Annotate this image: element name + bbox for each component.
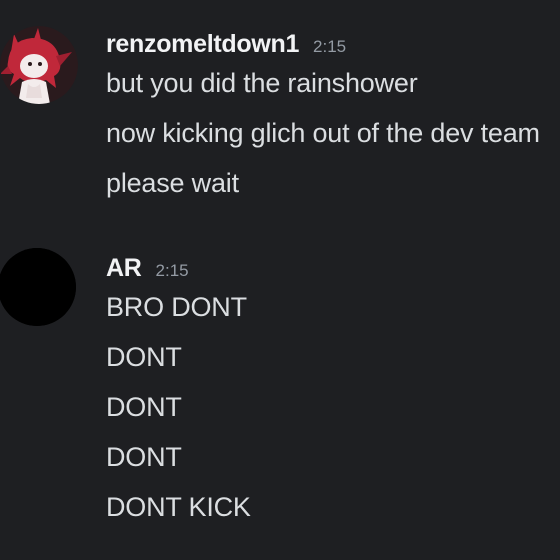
message-header: AR 2:15 [106,254,189,283]
message-text: now kicking glich out of the dev team [106,118,540,148]
timestamp[interactable]: 2:15 [313,37,346,57]
message-text: DONT [106,392,182,422]
fox-character-avatar-icon [0,26,78,104]
message-text: DONT [106,342,182,372]
message-header: renzomeltdown1 2:15 [106,30,346,59]
message-text: DONT [106,442,182,472]
chat-message-list: renzomeltdown1 2:15 but you did the rain… [0,0,560,560]
message-text: DONT KICK [106,492,251,522]
message-text: please wait [106,168,239,198]
message-text: BRO DONT [106,292,247,322]
message-text: but you did the rainshower [106,68,418,98]
username[interactable]: AR [106,254,142,283]
user-avatar-ar[interactable] [0,248,76,326]
black-circle-avatar-icon [0,248,76,326]
timestamp[interactable]: 2:15 [156,261,189,281]
username[interactable]: renzomeltdown1 [106,30,299,59]
user-avatar-renzomeltdown1[interactable] [0,26,78,104]
